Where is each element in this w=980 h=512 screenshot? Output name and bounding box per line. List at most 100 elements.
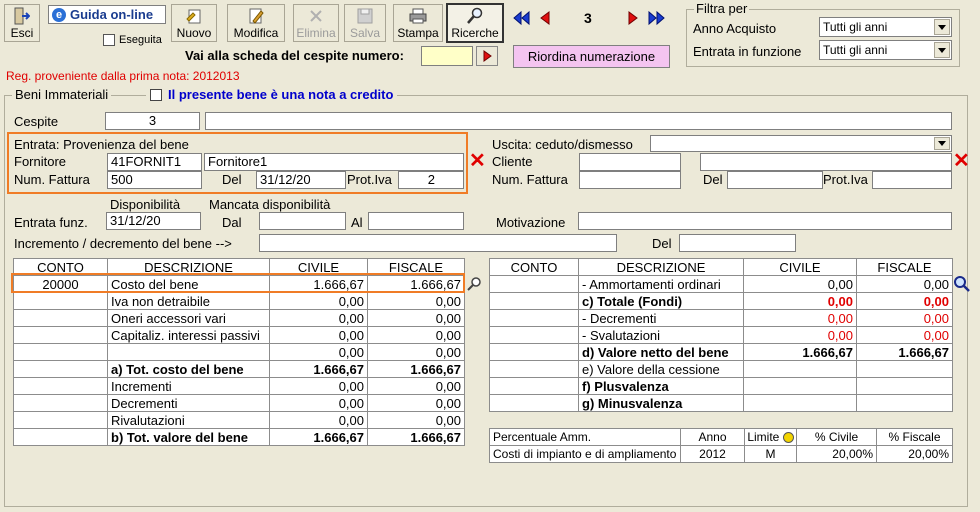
table-row[interactable]: Rivalutazioni 0,00 0,00 (13, 411, 465, 429)
header-limite-label: Limite (747, 429, 780, 444)
anno-acquisto-select[interactable]: Tutti gli anni (819, 17, 952, 37)
nota-credito-checkbox[interactable]: Il presente bene è una nota a credito (146, 87, 398, 102)
chevron-down-icon[interactable] (934, 19, 950, 35)
ricerche-label: Ricerche (451, 26, 499, 40)
modifica-button[interactable]: Modifica (227, 4, 285, 42)
table-row[interactable]: Iva non detraibile 0,00 0,00 (13, 292, 465, 310)
clear-fornitore-icon[interactable]: ✕ (469, 151, 486, 171)
filtra-title: Filtra per (694, 1, 750, 17)
table-row[interactable]: f) Plusvalenza (489, 377, 953, 395)
table-row[interactable]: e) Valore della cessione (489, 360, 953, 378)
chevron-down-icon[interactable] (934, 137, 950, 150)
first-record-button[interactable] (510, 7, 532, 29)
entrata-funzione-select[interactable]: Tutti gli anni (819, 40, 952, 60)
entrata-funz-field[interactable]: 31/12/20 (106, 212, 201, 230)
stampa-button[interactable]: Stampa (393, 4, 443, 42)
cell-fiscale (856, 377, 953, 395)
cespite-number[interactable]: 3 (105, 112, 200, 130)
dal-label: Dal (222, 215, 242, 230)
uscita-num-fattura-field[interactable] (579, 171, 681, 189)
cliente-code-field[interactable] (579, 153, 681, 171)
elimina-button[interactable]: Elimina (293, 4, 339, 42)
table-row[interactable]: d) Valore netto del bene 1.666,67 1.666,67 (489, 343, 953, 361)
header-fiscale: FISCALE (856, 258, 953, 276)
del-field[interactable]: 31/12/20 (256, 171, 346, 189)
table-row[interactable]: Costi di impianto e di ampliamento 2012 … (489, 445, 953, 463)
cell-fiscale (856, 360, 953, 378)
vai-go-button[interactable] (476, 46, 498, 66)
cell-fiscale: 1.666,67 (367, 360, 465, 378)
cell-desc (107, 343, 270, 361)
table-row[interactable]: 0,00 0,00 (13, 343, 465, 361)
next-record-icon (628, 11, 638, 25)
riordina-button[interactable]: Riordina numerazione (513, 45, 670, 68)
num-fattura-field[interactable]: 500 (107, 171, 202, 189)
cell-fiscale: 0,00 (367, 394, 465, 412)
go-arrow-icon (483, 50, 492, 62)
cell-conto (13, 343, 108, 361)
cliente-name-field[interactable] (700, 153, 952, 171)
fornitore-name-field[interactable]: Fornitore1 (204, 153, 464, 171)
cespite-description[interactable] (205, 112, 952, 130)
table-row[interactable]: - Decrementi 0,00 0,00 (489, 309, 953, 327)
salva-button[interactable]: Salva (344, 4, 386, 42)
table-row[interactable]: b) Tot. valore del bene 1.666,67 1.666,67 (13, 428, 465, 446)
previous-record-button[interactable] (534, 7, 556, 29)
nuovo-button[interactable]: Nuovo (171, 4, 217, 42)
motivazione-field[interactable] (578, 212, 952, 230)
fornitore-code-field[interactable]: 41FORNIT1 (107, 153, 202, 171)
percentuale-table: Percentuale Amm. Anno Limite % Civile % … (489, 428, 953, 463)
table-row[interactable]: g) Minusvalenza (489, 394, 953, 412)
uscita-prot-field[interactable] (872, 171, 952, 189)
fondi-search-icon[interactable] (953, 275, 971, 296)
esci-button[interactable]: Esci (4, 4, 40, 42)
table-row[interactable]: - Ammortamenti ordinari 0,00 0,00 (489, 275, 953, 293)
table-row[interactable]: - Svalutazioni 0,00 0,00 (489, 326, 953, 344)
cell-fiscale: 0,00 (367, 411, 465, 429)
al-field[interactable] (368, 212, 464, 230)
table-header: Percentuale Amm. Anno Limite % Civile % … (489, 428, 953, 446)
uscita-del-field[interactable] (727, 171, 823, 189)
ricerche-button[interactable]: Ricerche (446, 3, 504, 43)
esci-label: Esci (10, 26, 34, 40)
entrata-title: Entrata: Provenienza del bene (14, 137, 189, 152)
guida-online-button[interactable]: e Guida on-line (48, 5, 166, 24)
eseguita-checkbox[interactable]: Eseguita (103, 34, 162, 46)
cell-conto (489, 394, 579, 412)
mancata-label: Mancata disponibilità (209, 197, 331, 212)
table-row[interactable]: Incrementi 0,00 0,00 (13, 377, 465, 395)
table-row[interactable]: Capitaliz. interessi passivi 0,00 0,00 (13, 326, 465, 344)
modifica-label: Modifica (233, 26, 279, 40)
cell-desc: - Decrementi (578, 309, 744, 327)
eseguita-box[interactable] (103, 34, 115, 46)
last-record-button[interactable] (646, 7, 668, 29)
info-bulb-icon[interactable] (782, 431, 794, 443)
vai-input[interactable] (421, 46, 473, 66)
chevron-down-icon[interactable] (934, 42, 950, 58)
incremento-del-field[interactable] (679, 234, 796, 252)
uscita-select[interactable] (650, 135, 952, 152)
table-header: CONTO DESCRIZIONE CIVILE FISCALE (489, 258, 953, 276)
clear-cliente-icon[interactable]: ✕ (953, 151, 970, 171)
next-record-button[interactable] (622, 7, 644, 29)
table-row[interactable]: c) Totale (Fondi) 0,00 0,00 (489, 292, 953, 310)
last-record-icon (648, 10, 665, 26)
table-row[interactable]: a) Tot. costo del bene 1.666,67 1.666,67 (13, 360, 465, 378)
cell-conto (13, 377, 108, 395)
cell-conto (13, 411, 108, 429)
dal-field[interactable] (259, 212, 346, 230)
cell-conto (489, 326, 579, 344)
nota-credito-box[interactable] (150, 88, 162, 101)
num-fattura-label: Num. Fattura (14, 172, 90, 187)
costo-search-icon[interactable] (466, 276, 482, 295)
incremento-field[interactable] (259, 234, 617, 252)
header-civile: CIVILE (743, 258, 857, 276)
cell-civile: 1.666,67 (269, 360, 368, 378)
table-row[interactable]: Decrementi 0,00 0,00 (13, 394, 465, 412)
table-row[interactable]: Oneri accessori vari 0,00 0,00 (13, 309, 465, 327)
anno-acquisto-label: Anno Acquisto (693, 21, 777, 36)
prot-iva-field[interactable]: 2 (398, 171, 464, 189)
cell-desc: - Svalutazioni (578, 326, 744, 344)
cell-fiscale: 1.666,67 (856, 343, 953, 361)
entrata-funz-label: Entrata funz. (14, 215, 88, 230)
